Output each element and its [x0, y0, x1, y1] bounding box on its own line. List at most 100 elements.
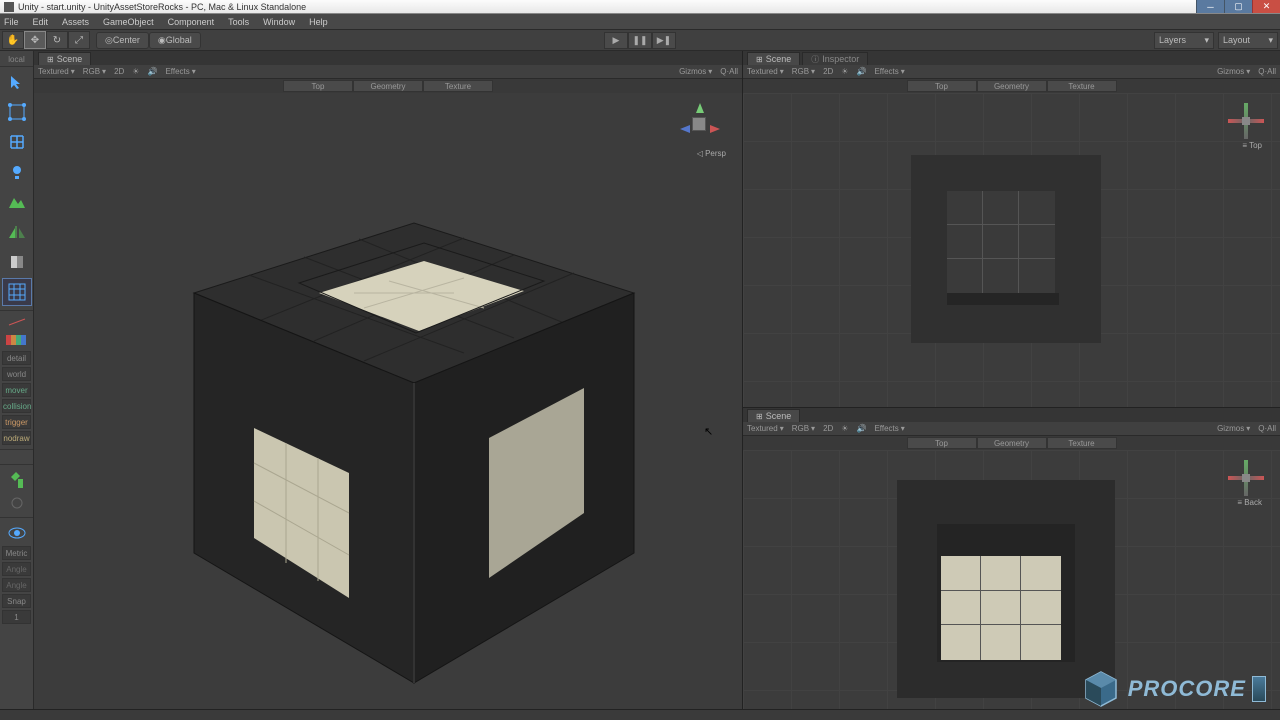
menu-tools[interactable]: Tools: [228, 17, 249, 27]
procore-logo-bar: [1252, 676, 1266, 702]
handle-global-button[interactable]: ◉ Global: [149, 32, 201, 49]
sidebar-collision[interactable]: collision: [2, 399, 31, 413]
left-view-bar: Textured ▾ RGB ▾ 2D ☀ 🔊 Effects ▾ Gizmos…: [34, 65, 742, 79]
top-2d-toggle[interactable]: 2D: [823, 67, 833, 76]
top-render-mode[interactable]: RGB ▾: [792, 67, 815, 76]
top-effects[interactable]: Effects ▾: [874, 67, 904, 76]
tab-scene-top[interactable]: ⊞Scene: [747, 52, 800, 65]
top-view-bar: Textured ▾ RGB ▾ 2D ☀ 🔊 Effects ▾ Gizmos…: [743, 65, 1280, 79]
top-viewport[interactable]: ≡ Top: [743, 93, 1280, 407]
menu-gameobject[interactable]: GameObject: [103, 17, 154, 27]
gizmos-dropdown[interactable]: Gizmos ▾: [679, 67, 712, 76]
sidebar-nodraw[interactable]: nodraw: [2, 431, 31, 445]
bot-effects[interactable]: Effects ▾: [874, 424, 904, 433]
sidebar-detail[interactable]: detail: [2, 351, 31, 365]
bot-gizmo[interactable]: [1228, 460, 1264, 496]
tab-scene-bot[interactable]: ⊞Scene: [747, 409, 800, 422]
bot-2d-toggle[interactable]: 2D: [823, 424, 833, 433]
audio-toggle-icon[interactable]: 🔊: [147, 67, 157, 76]
line-tool-icon[interactable]: [2, 315, 32, 329]
bot-subtab-top[interactable]: Top: [907, 437, 977, 449]
subtab-top[interactable]: Top: [283, 80, 353, 92]
sidebar-angle[interactable]: Angle: [2, 562, 31, 576]
sidebar-one[interactable]: 1: [2, 610, 31, 624]
top-subtab-geom[interactable]: Geometry: [977, 80, 1047, 92]
left-tabs: ⊞Scene: [34, 51, 742, 65]
eye-tool-icon[interactable]: [2, 522, 32, 544]
2d-toggle[interactable]: 2D: [114, 67, 124, 76]
render-mode-dropdown[interactable]: RGB ▾: [83, 67, 106, 76]
sidebar-metric[interactable]: Metric: [2, 546, 31, 560]
top-search[interactable]: Q·All: [1258, 67, 1276, 76]
light-tool-icon[interactable]: [2, 158, 32, 186]
pause-button[interactable]: ❚❚: [628, 32, 652, 49]
menu-window[interactable]: Window: [263, 17, 295, 27]
hand-tool-button[interactable]: ✋: [2, 31, 24, 49]
arrow-tool-icon[interactable]: [2, 68, 32, 96]
brush-tool-icon[interactable]: [2, 469, 32, 491]
step-button[interactable]: ▶❚: [652, 32, 676, 49]
palette-tool-icon[interactable]: [2, 331, 32, 349]
rotate-tool-button[interactable]: ↻: [46, 31, 68, 49]
sidebar-angle2[interactable]: Angle: [2, 578, 31, 592]
vertex-tool-icon[interactable]: [2, 98, 32, 126]
light-toggle-icon[interactable]: ☀: [132, 67, 139, 76]
scale-tool-button[interactable]: ⤢: [68, 31, 90, 49]
grid-tool-icon[interactable]: [2, 278, 32, 306]
top-subtab-tex[interactable]: Texture: [1047, 80, 1117, 92]
menu-help[interactable]: Help: [309, 17, 328, 27]
search-field[interactable]: Q·All: [720, 67, 738, 76]
perspective-viewport[interactable]: ◁ Persp ↖: [34, 93, 742, 709]
top-light-icon[interactable]: ☀: [841, 67, 848, 76]
sidebar-trigger[interactable]: trigger: [2, 415, 31, 429]
bot-light-icon[interactable]: ☀: [841, 424, 848, 433]
bot-view-label: ≡ Back: [1237, 498, 1262, 507]
sidebar-world[interactable]: world: [2, 367, 31, 381]
bot-subtab-geom[interactable]: Geometry: [977, 437, 1047, 449]
bot-gizmos[interactable]: Gizmos ▾: [1217, 424, 1250, 433]
app-icon: [4, 2, 14, 12]
top-subtab-top[interactable]: Top: [907, 80, 977, 92]
menu-file[interactable]: File: [4, 17, 19, 27]
menu-assets[interactable]: Assets: [62, 17, 89, 27]
bot-search[interactable]: Q·All: [1258, 424, 1276, 433]
menu-edit[interactable]: Edit: [33, 17, 49, 27]
minimize-button[interactable]: ─: [1196, 0, 1224, 13]
tab-inspector[interactable]: ⓘInspector: [802, 52, 868, 65]
move-tool-button[interactable]: ✥: [24, 31, 46, 49]
effects-dropdown[interactable]: Effects ▾: [165, 67, 195, 76]
mirror-tool-icon[interactable]: [2, 218, 32, 246]
tab-scene-left[interactable]: ⊞Scene: [38, 52, 91, 65]
box-tool-icon[interactable]: [2, 248, 32, 276]
procore-logo-icon: [1080, 668, 1122, 710]
layout-dropdown[interactable]: Layout▾: [1218, 32, 1278, 49]
subtab-geometry[interactable]: Geometry: [353, 80, 423, 92]
edge-tool-icon[interactable]: [2, 128, 32, 156]
circle-tool-icon[interactable]: [2, 493, 32, 513]
view-mode-label: ◁ Persp: [697, 149, 726, 158]
menu-bar: File Edit Assets GameObject Component To…: [0, 14, 1280, 29]
procore-logo: PROCORE: [1080, 668, 1266, 710]
tool-sidebar: local detail world mover collision trigg…: [0, 51, 34, 709]
maximize-button[interactable]: ▢: [1224, 0, 1252, 13]
bot-audio-icon[interactable]: 🔊: [856, 424, 866, 433]
draw-mode-dropdown[interactable]: Textured ▾: [38, 67, 75, 76]
top-draw-mode[interactable]: Textured ▾: [747, 67, 784, 76]
pivot-center-button[interactable]: ◎ Center: [96, 32, 149, 49]
sidebar-snap[interactable]: Snap: [2, 594, 31, 608]
top-audio-icon[interactable]: 🔊: [856, 67, 866, 76]
subtab-texture[interactable]: Texture: [423, 80, 493, 92]
close-button[interactable]: ✕: [1252, 0, 1280, 13]
bot-draw-mode[interactable]: Textured ▾: [747, 424, 784, 433]
sidebar-mover[interactable]: mover: [2, 383, 31, 397]
top-gizmos[interactable]: Gizmos ▾: [1217, 67, 1250, 76]
terrain-tool-icon[interactable]: [2, 188, 32, 216]
orientation-gizmo[interactable]: [678, 103, 722, 147]
layers-dropdown[interactable]: Layers▾: [1154, 32, 1214, 49]
window-title: Unity - start.unity - UnityAssetStoreRoc…: [18, 2, 306, 12]
play-button[interactable]: ▶: [604, 32, 628, 49]
top-gizmo[interactable]: [1228, 103, 1264, 139]
bot-subtab-tex[interactable]: Texture: [1047, 437, 1117, 449]
bot-render-mode[interactable]: RGB ▾: [792, 424, 815, 433]
menu-component[interactable]: Component: [168, 17, 215, 27]
